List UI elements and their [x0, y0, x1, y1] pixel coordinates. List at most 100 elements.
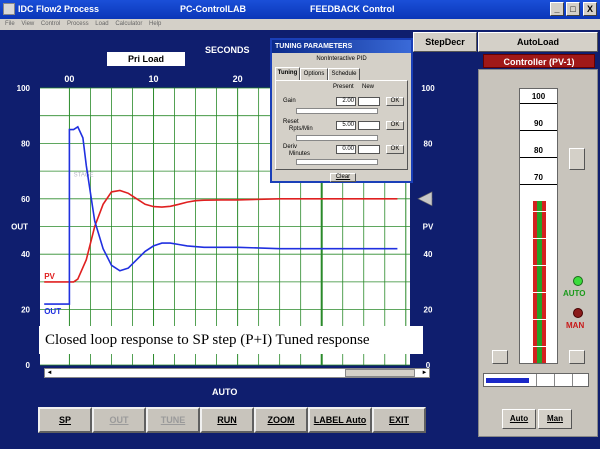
- gauge-label-90: 90: [534, 119, 543, 128]
- sp-adjust-button[interactable]: [569, 148, 585, 170]
- close-button[interactable]: X: [583, 2, 597, 16]
- tab-options[interactable]: Options: [300, 68, 328, 80]
- output-bar: [483, 373, 589, 387]
- y-tick-label-left: 40: [21, 250, 30, 259]
- app-name: PC-ControlLAB: [180, 4, 246, 14]
- man-lamp-label: MAN: [566, 321, 585, 330]
- gain-present-value: 2.00: [336, 97, 356, 106]
- gain-label: Gain: [283, 98, 296, 104]
- tab-tuning[interactable]: Tuning: [275, 67, 300, 80]
- scroll-right-arrow[interactable]: ►: [420, 369, 429, 377]
- output-bar-divider: [536, 374, 537, 386]
- stage-label: STAGE: [74, 173, 94, 179]
- sp-bar: [537, 201, 542, 363]
- y-tick-label-right: 40: [424, 250, 433, 259]
- y-tick-label-right: 80: [424, 139, 433, 148]
- gauge-tick: [520, 265, 557, 266]
- gauge-tick: [520, 238, 557, 239]
- x-tick-label: 10: [149, 74, 159, 84]
- mode-label: AUTO: [212, 387, 238, 397]
- reset-label: Reset: [283, 119, 299, 125]
- scroll-thumb[interactable]: [345, 369, 415, 377]
- x-tick-label: 20: [233, 74, 243, 84]
- tune-button[interactable]: TUNE: [146, 407, 200, 433]
- menu-load[interactable]: Load: [95, 19, 108, 30]
- autoload-button[interactable]: AutoLoad: [478, 32, 598, 52]
- menu-process[interactable]: Process: [67, 19, 89, 30]
- gauge-tick: [520, 130, 557, 131]
- deriv-new-input[interactable]: [358, 145, 380, 154]
- gauge-tick: [520, 319, 557, 320]
- deriv-label: Deriv: [283, 144, 298, 150]
- menu-bar: File View Control Process Load Calculato…: [0, 19, 600, 30]
- out-axis-label: OUT: [11, 223, 28, 232]
- app-window: { "window": { "title_left": "IDC Flow2 P…: [0, 0, 600, 449]
- output-bar-divider: [572, 374, 573, 386]
- reset-units: Rpts/Min: [289, 126, 313, 132]
- controller-title: Controller (PV-1): [483, 54, 595, 68]
- menu-calculator[interactable]: Calculator: [115, 19, 142, 30]
- gauge-label-70: 70: [534, 173, 543, 182]
- deriv-ok-button[interactable]: OK: [386, 145, 404, 154]
- manual-mode-button[interactable]: Man: [538, 409, 572, 429]
- label-auto-button[interactable]: LABEL Auto: [308, 407, 372, 433]
- reset-present-value: 5.00: [336, 121, 356, 130]
- gain-new-input[interactable]: [358, 97, 380, 106]
- window-title: IDC Flow2 Process: [18, 4, 100, 14]
- pri-load-box[interactable]: Pri Load: [107, 52, 185, 66]
- tuning-panel: Present New Gain 2.00 OK Reset Rpts/Min …: [275, 80, 408, 170]
- time-axis-title: SECONDS: [205, 45, 250, 55]
- scroll-left-arrow[interactable]: ◄: [45, 369, 54, 377]
- gauge-tick: [520, 346, 557, 347]
- y-tick-label-left: 0: [26, 361, 31, 370]
- exit-button[interactable]: EXIT: [372, 407, 426, 433]
- clear-button[interactable]: Clear: [330, 173, 356, 182]
- reset-ok-button[interactable]: OK: [386, 121, 404, 130]
- series-label-pv: PV: [44, 272, 55, 281]
- gain-slider[interactable]: [296, 108, 378, 114]
- gain-ok-button[interactable]: OK: [386, 97, 404, 106]
- chart-caption: Closed loop response to SP step (P+I) Tu…: [39, 326, 423, 354]
- zoom-button[interactable]: ZOOM: [254, 407, 308, 433]
- deriv-slider[interactable]: [296, 159, 378, 165]
- series-label-out: OUT: [44, 307, 61, 316]
- tab-schedule[interactable]: Schedule: [328, 68, 360, 80]
- menu-help[interactable]: Help: [149, 19, 161, 30]
- time-scrollbar[interactable]: ◄ ►: [44, 368, 430, 378]
- gauge-tick: [520, 292, 557, 293]
- sp-button[interactable]: SP: [38, 407, 92, 433]
- mode-title: FEEDBACK Control: [310, 4, 395, 14]
- out-decrease-button[interactable]: [492, 350, 508, 364]
- y-tick-label-left: 80: [21, 139, 30, 148]
- col-new: New: [362, 84, 375, 90]
- man-lamp: [573, 308, 583, 318]
- menu-file[interactable]: File: [5, 19, 15, 30]
- menu-view[interactable]: View: [21, 19, 34, 30]
- pv-gauge: 100 90 80 70: [519, 88, 558, 364]
- step-decr-button[interactable]: StepDecr: [413, 32, 477, 52]
- x-tick-label: 00: [64, 74, 74, 84]
- app-icon: [3, 3, 15, 15]
- gauge-tick: [520, 211, 557, 212]
- tuning-dialog-title: TUNING PARAMETERS: [272, 40, 411, 53]
- auto-mode-button[interactable]: Auto: [502, 409, 536, 429]
- output-bar-fill: [486, 378, 529, 383]
- gauge-tick: [520, 157, 557, 158]
- out-increase-button[interactable]: [569, 350, 585, 364]
- output-bar-divider: [554, 374, 555, 386]
- col-present: Present: [333, 84, 354, 90]
- auto-lamp-label: AUTO: [563, 289, 586, 298]
- y-tick-label-left: 20: [21, 306, 30, 315]
- run-button[interactable]: RUN: [200, 407, 254, 433]
- menu-control[interactable]: Control: [41, 19, 60, 30]
- y-tick-label-right: 20: [424, 306, 433, 315]
- minimize-button[interactable]: _: [550, 2, 564, 16]
- gauge-tick: [520, 184, 557, 185]
- tuning-dialog: TUNING PARAMETERS NonInteractive PID Tun…: [270, 38, 413, 183]
- maximize-button[interactable]: □: [566, 2, 580, 16]
- reset-new-input[interactable]: [358, 121, 380, 130]
- deriv-units: Minutes: [289, 151, 311, 157]
- reset-slider[interactable]: [296, 135, 378, 141]
- bottom-toolbar: SP OUT TUNE RUN ZOOM LABEL Auto EXIT: [38, 407, 436, 433]
- out-button[interactable]: OUT: [92, 407, 146, 433]
